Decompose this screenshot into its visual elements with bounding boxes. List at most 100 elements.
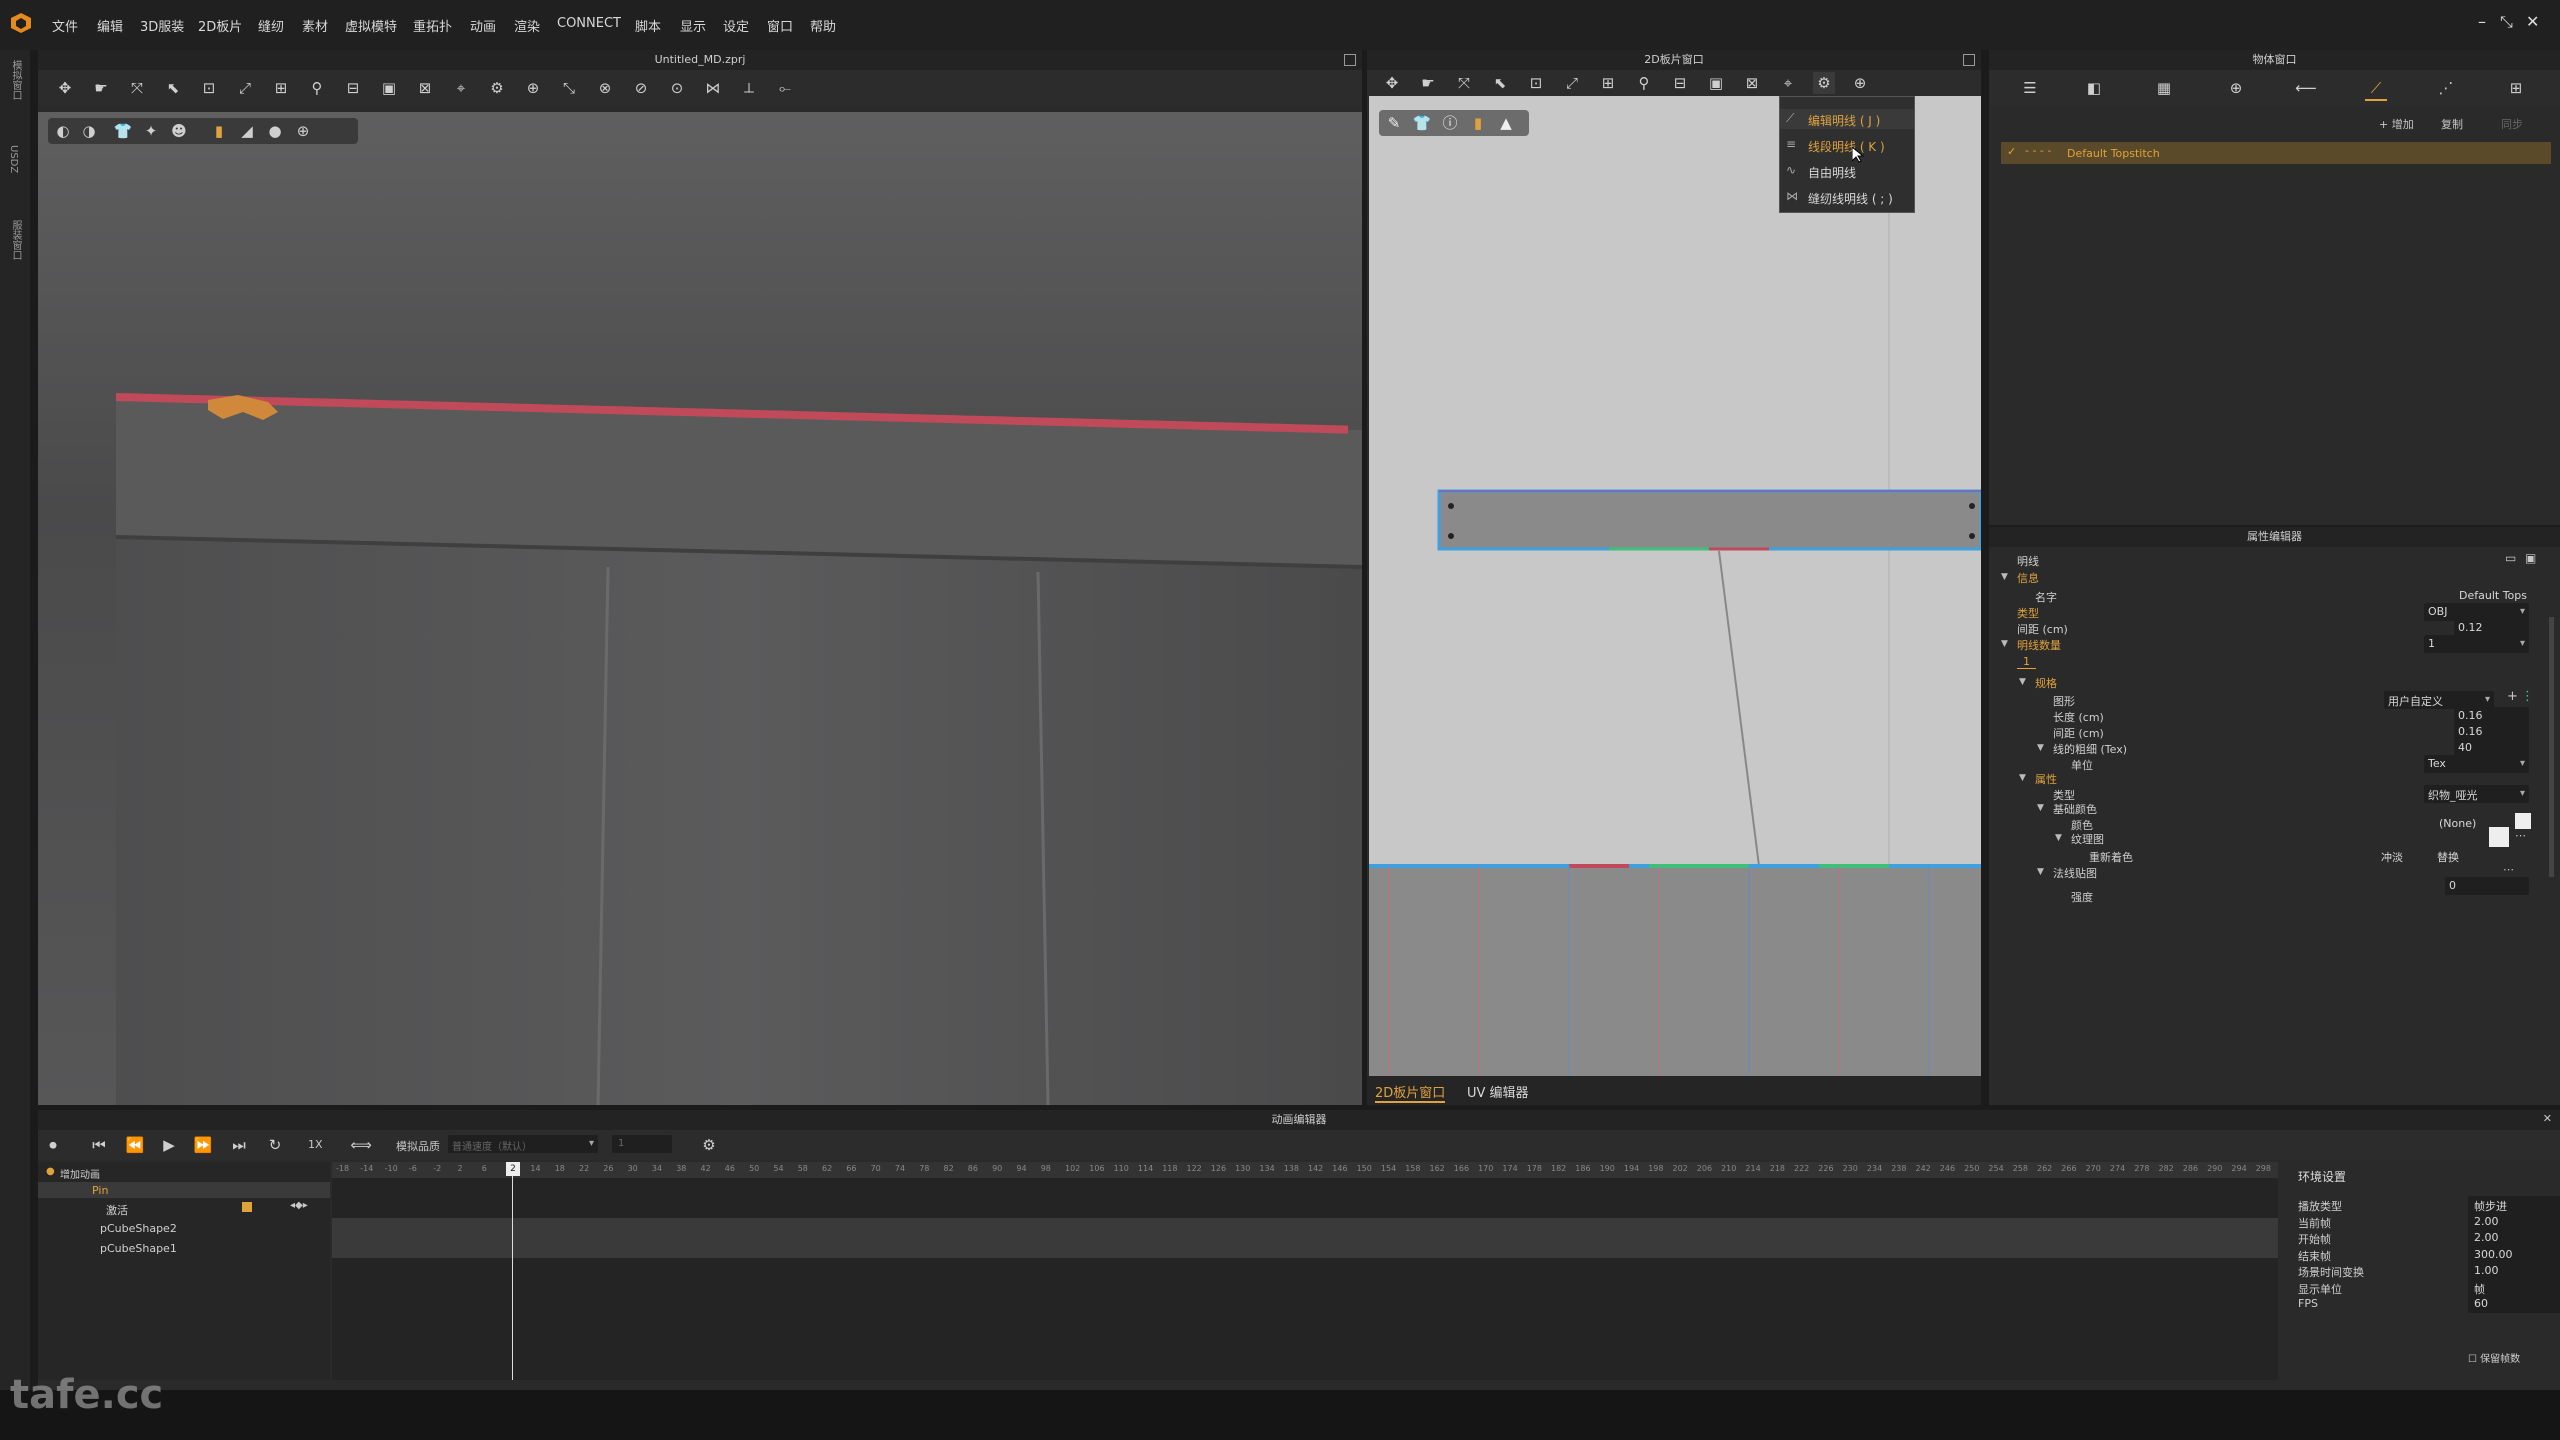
next-frame-icon[interactable]: ⏩ [192,1134,214,1156]
dart-icon[interactable]: ⤢ [1561,72,1583,94]
timeline[interactable]: -18-14-10-6-2261014182226303438424650545… [332,1162,2308,1380]
dropdown-item-seamline-topstitch[interactable]: ⋈ 缝纫线明线 ( ; ) [1780,187,1914,207]
fold-icon[interactable]: ⬉ [162,77,184,99]
3d-viewport[interactable]: ◐ ◑ 👕 ✦ ☻ ▮ ◢ ● ⊕ [38,112,1362,1105]
copy-button[interactable]: 复制 [2441,116,2463,132]
menu-retopology[interactable]: 重拓扑 [413,16,452,35]
select-mesh-icon[interactable]: ☛ [90,77,112,99]
dropdown-item-free-topstitch[interactable]: ∿ 自由明线 [1780,161,1914,181]
garment-icon[interactable]: ⚙ [486,77,508,99]
unit-select[interactable]: Tex ▾ [2424,755,2529,773]
menu-settings[interactable]: 设定 [723,16,749,35]
frame-stepper[interactable]: 1 [612,1135,672,1153]
restore-icon[interactable]: ⤡ [2500,12,2513,32]
collapse-triangle-icon[interactable]: ▼ [2001,572,2008,582]
button-icon[interactable]: ⤡ [558,77,580,99]
dropdown-item-edit-topstitch[interactable]: ⟋ 编辑明线 ( J ) [1780,109,1914,129]
minimize-icon[interactable]: – [2478,12,2486,31]
add-button[interactable]: + 增加 [2379,116,2414,132]
name-value[interactable]: Default Tops [2459,589,2527,602]
menu-render[interactable]: 渲染 [514,16,540,35]
menu-animation[interactable]: 动画 [470,16,496,35]
zipper-icon[interactable]: ⟵ [2295,77,2317,99]
pin-icon[interactable]: ▣ [1705,72,1727,94]
pose-icon[interactable]: ⟜ [774,77,796,99]
fabric-icon[interactable]: ⊠ [414,77,436,99]
current-frame-marker[interactable]: 2 [506,1162,520,1176]
folder-icon[interactable]: ▭ [2505,551,2516,565]
topstitch-icon[interactable]: ⟋ [2365,77,2387,101]
strap-icon[interactable]: ⊗ [594,77,616,99]
table-row[interactable]: Pin [38,1182,330,1198]
save-icon[interactable]: ▣ [2525,551,2536,565]
fabric-icon[interactable]: ◧ [2083,77,2105,99]
menu-connect[interactable]: CONNECT [557,16,621,31]
tab-topstitch-1[interactable]: 1 [2017,655,2036,669]
steam-icon[interactable]: ⤢ [234,77,256,99]
collapse-triangle-icon[interactable]: ▼ [2019,677,2026,687]
count-select[interactable]: 1 ▾ [2424,635,2529,653]
settings-icon[interactable]: ⚙ [698,1134,720,1156]
menu-3d-garment[interactable]: 3D服装 [140,16,184,35]
panel-maximize-icon[interactable] [1344,54,1356,66]
measure-icon[interactable]: ⊟ [342,77,364,99]
play-icon[interactable]: ▶ [158,1134,180,1156]
panel-maximize-icon[interactable] [1963,54,1975,66]
menu-help[interactable]: 帮助 [810,16,836,35]
env-field[interactable]: 帧 [2468,1278,2560,1297]
env-field[interactable]: 300.00 [2468,1245,2560,1264]
pattern-icon[interactable]: ▦ [2153,77,2175,99]
menu-script[interactable]: 脚本 [635,16,661,35]
texture-thumbnail[interactable] [2489,827,2509,847]
record-icon[interactable]: ⏺ [42,1134,64,1156]
puckering-icon[interactable]: ⋰ [2435,77,2457,99]
menu-avatar[interactable]: 虚拟模特 [345,16,397,35]
prev-frame-icon[interactable]: ⏪ [124,1134,146,1156]
quality-select[interactable]: 普通速度（默认） ▾ [448,1135,598,1153]
puckering-icon[interactable]: ⊙ [666,77,688,99]
env-field[interactable]: 2.00 [2468,1229,2560,1247]
topstitch-tool-icon[interactable]: ⚙ [1813,72,1835,94]
rectangle-icon[interactable]: ⤧ [1453,72,1475,94]
sync-button[interactable]: 同步 [2501,116,2523,132]
tack-icon[interactable]: ⊞ [270,77,292,99]
close-icon[interactable]: ✕ [2526,12,2539,31]
app-logo-icon[interactable] [10,12,32,34]
menu-window[interactable]: 窗口 [767,16,793,35]
loop-icon[interactable]: ↻ [264,1134,286,1156]
menu-sewing[interactable]: 缝纫 [258,16,284,35]
shape-preview-icon[interactable]: ⋮ [2521,689,2534,704]
first-frame-icon[interactable]: ⏮ [88,1134,110,1156]
tab-2d-pattern[interactable]: 2D板片窗口 [1375,1082,1446,1103]
last-frame-icon[interactable]: ⏭ [228,1134,250,1156]
collapse-triangle-icon[interactable]: ▼ [2037,867,2044,877]
side-tab-usdz[interactable]: USDZ [8,145,19,173]
brush-icon[interactable]: ⊡ [198,77,220,99]
2d-pattern-canvas[interactable]: ✎ 👕 ⓘ ▮ ▲ ⟋ 编辑明线 ( J ) ≡ 线段明线 (K) ∿ 自由… [1369,96,1981,1076]
graphic-icon[interactable]: ⊞ [2505,77,2527,99]
recolor-option-dilute[interactable]: 冲淡 [2381,849,2403,865]
color-swatch[interactable] [2515,813,2531,829]
add-shape-icon[interactable]: + [2507,689,2518,704]
trim-icon[interactable]: ⊘ [630,77,652,99]
env-field[interactable]: 60 [2468,1295,2560,1313]
env-field[interactable]: 2.00 [2468,1212,2560,1231]
add-anim-icon[interactable]: ● [46,1166,55,1177]
env-field[interactable]: 1.00 [2468,1262,2560,1280]
pin-icon[interactable]: ⤧ [126,77,148,99]
check-icon[interactable]: ✓ [2007,145,2016,158]
keep-frames-checkbox[interactable]: ☐ 保留帧数 [2468,1350,2520,1365]
menu-file[interactable]: 文件 [52,16,78,35]
menu-materials[interactable]: 素材 [302,16,328,35]
dropdown-item-segment-topstitch[interactable]: ≡ 线段明线 ( K ) [1780,135,1914,155]
recolor-option-replace[interactable]: 替换 [2437,849,2459,865]
tab-uv-editor[interactable]: UV 编辑器 [1467,1082,1529,1101]
collapse-triangle-icon[interactable]: ▼ [2055,833,2062,843]
graphic-icon[interactable]: ⊠ [1741,72,1763,94]
keyframe-icon[interactable]: ⟺ [350,1134,372,1156]
speed-value[interactable]: 1X [308,1138,323,1151]
activate-checkbox[interactable] [242,1202,252,1212]
fold-icon[interactable]: ⊟ [1669,72,1691,94]
playhead[interactable] [512,1162,513,1380]
env-field[interactable]: 帧步进 [2468,1196,2560,1214]
